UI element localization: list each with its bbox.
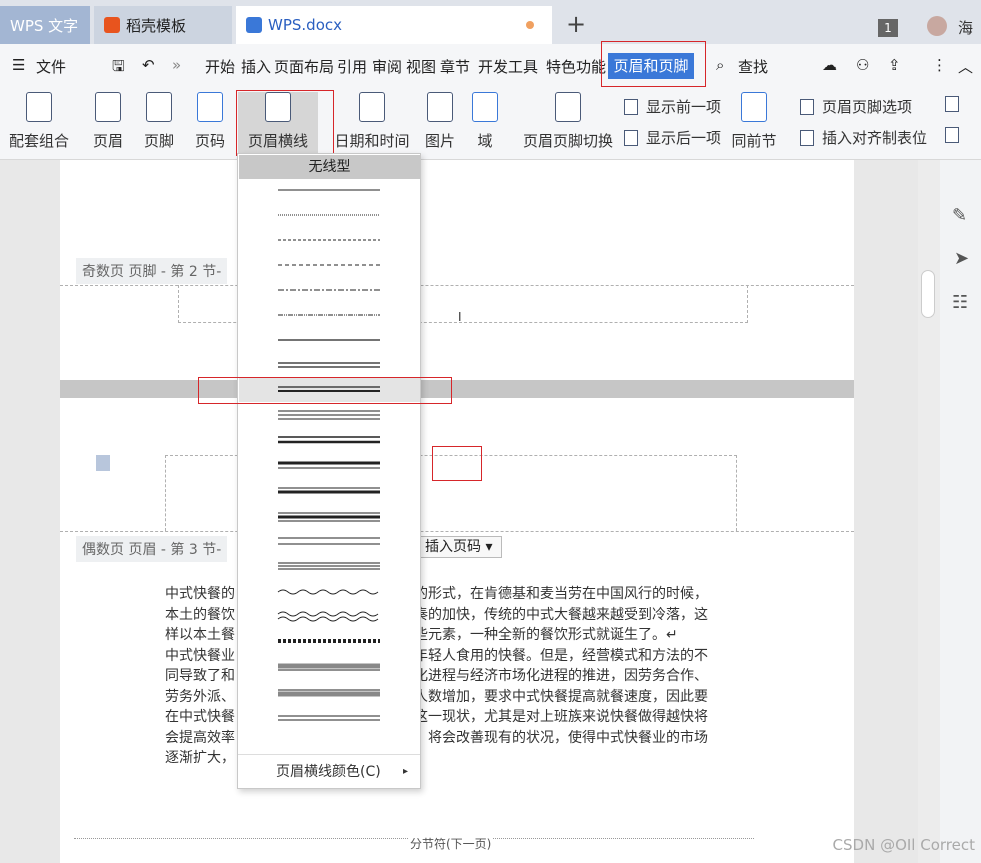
hamburger-icon[interactable]: ☰ (12, 56, 25, 74)
hline-color-option[interactable]: 页眉横线颜色(C) ▸ (238, 754, 420, 788)
switch-label: 页眉页脚切换 (522, 132, 613, 150)
header-button[interactable]: 页眉 (86, 92, 130, 151)
text-icon (945, 96, 959, 112)
calendar-icon (359, 92, 385, 122)
scrollbar[interactable] (918, 160, 940, 863)
show-next-button[interactable]: 显示后一项 (624, 127, 721, 148)
menu-feature[interactable]: 特色功能 (546, 56, 606, 77)
more-vertical-icon[interactable]: ⋮ (932, 56, 947, 74)
field-button[interactable]: 域 (470, 92, 500, 151)
header-label: 页眉 (92, 132, 123, 150)
datetime-label: 日期和时间 (334, 132, 410, 150)
datetime-button[interactable]: 日期和时间 (332, 92, 412, 151)
menu-search[interactable]: 查找 (738, 56, 768, 77)
no-line-option[interactable]: 无线型 (239, 155, 420, 179)
next-icon (624, 129, 638, 146)
field-label: 域 (477, 132, 493, 150)
show-prev-button[interactable]: 显示前一项 (624, 96, 721, 117)
tab-label: 稻壳模板 (126, 16, 187, 35)
search-icon[interactable]: ⌕ (716, 56, 724, 74)
pagenum-button[interactable]: 页码 (188, 92, 232, 151)
highlight-box (432, 446, 482, 481)
pagenum-icon (197, 92, 223, 122)
picture-button[interactable]: 图片 (418, 92, 462, 151)
combo-button[interactable]: 配套组合 (6, 92, 72, 151)
field-icon (472, 92, 498, 122)
add-user-icon[interactable]: ⚇ (856, 56, 869, 74)
even-header-label: 偶数页 页眉 - 第 3 节- (76, 536, 228, 562)
pagenum-label: 页码 (194, 132, 225, 150)
menu-dev[interactable]: 开发工具 (478, 56, 538, 77)
text-icon (945, 127, 959, 143)
collapse-icon[interactable]: ︿ (958, 56, 973, 77)
insert-pagenum-button[interactable]: 插入页码 ▾ (418, 536, 502, 558)
menu-chapter[interactable]: 章节 (440, 56, 470, 77)
pen-icon[interactable]: ✎ (952, 205, 967, 226)
tab-bar: WPS 文字 稻壳模板 WPS.docx + 1 海 (0, 0, 981, 44)
same-prev-button[interactable]: 同前节 (730, 92, 778, 151)
tab-document[interactable]: WPS.docx (236, 6, 552, 44)
cloud-icon[interactable]: ☁ (822, 56, 837, 74)
tab-wps-writer[interactable]: WPS 文字 (0, 6, 90, 44)
switch-button[interactable]: 页眉页脚切换 (522, 92, 614, 151)
footer-icon (146, 92, 172, 122)
user-name: 海 (958, 19, 974, 37)
scroll-thumb[interactable] (921, 270, 935, 318)
tab-stop-icon (800, 129, 814, 146)
options-icon (800, 98, 814, 115)
avatar[interactable] (927, 16, 947, 36)
window-badge[interactable]: 1 (878, 19, 898, 37)
hline-dropdown: 无线型 页眉横线颜色(C) ▸ (237, 153, 421, 789)
settings-icon[interactable]: ☷ (952, 292, 968, 313)
tab-template[interactable]: 稻壳模板 (94, 6, 232, 44)
menu-ref[interactable]: 引用 (337, 56, 367, 77)
watermark: CSDN @OIl Correct (832, 836, 975, 854)
footer-button[interactable]: 页脚 (137, 92, 181, 151)
menu-view[interactable]: 视图 (406, 56, 436, 77)
odd-footer-label: 奇数页 页脚 - 第 2 节- (76, 258, 228, 284)
menu-row: ☰ 文件 🖫 ↶ » 开始 插入 页面布局 引用 审阅 视图 章节 开发工具 特… (0, 44, 981, 88)
prev-icon (624, 98, 638, 115)
menu-file[interactable]: 文件 (36, 56, 66, 77)
same-prev-label: 同前节 (731, 132, 777, 150)
new-tab-button[interactable]: + (566, 10, 586, 38)
more-ribbon-button-2[interactable] (945, 127, 967, 143)
tab-label: WPS 文字 (10, 16, 79, 35)
insert-tab-button[interactable]: 插入对齐制表位 (800, 127, 927, 148)
section-break: 分节符(下一页) (408, 835, 494, 852)
picture-label: 图片 (424, 132, 455, 150)
menu-layout[interactable]: 页面布局 (274, 56, 334, 77)
header-icon (95, 92, 121, 122)
more-icon[interactable]: » (172, 56, 181, 74)
more-ribbon-button[interactable] (945, 96, 967, 112)
text-cursor: I (458, 310, 462, 324)
options-button[interactable]: 页眉页脚选项 (800, 96, 912, 117)
unsaved-dot (526, 21, 534, 29)
save-icon[interactable]: 🖫 (112, 56, 125, 81)
page-gap (60, 380, 854, 398)
highlight-box (198, 377, 452, 404)
same-prev-icon (741, 92, 767, 122)
highlight-box (236, 90, 334, 156)
line-styles[interactable] (238, 180, 420, 752)
daoke-icon (104, 17, 120, 33)
page-odd: 奇数页 页脚 - 第 2 节- I (60, 160, 854, 380)
right-toolbar: ✎ ➤ ☷ (940, 160, 981, 863)
highlight-box (601, 41, 706, 87)
menu-start[interactable]: 开始 (205, 56, 235, 77)
combo-label: 配套组合 (8, 132, 69, 150)
cursor-icon[interactable]: ➤ (954, 248, 969, 269)
undo-icon[interactable]: ↶ (142, 56, 155, 74)
combo-icon (26, 92, 52, 122)
footer-label: 页脚 (143, 132, 174, 150)
share-icon[interactable]: ⇪ (888, 56, 901, 74)
menu-insert[interactable]: 插入 (241, 56, 271, 77)
picture-icon (427, 92, 453, 122)
header-border (60, 531, 854, 532)
tab-label: WPS.docx (268, 16, 342, 34)
switch-icon (555, 92, 581, 122)
page-icon[interactable] (96, 455, 110, 471)
doc-icon (246, 17, 262, 33)
menu-review[interactable]: 审阅 (372, 56, 402, 77)
